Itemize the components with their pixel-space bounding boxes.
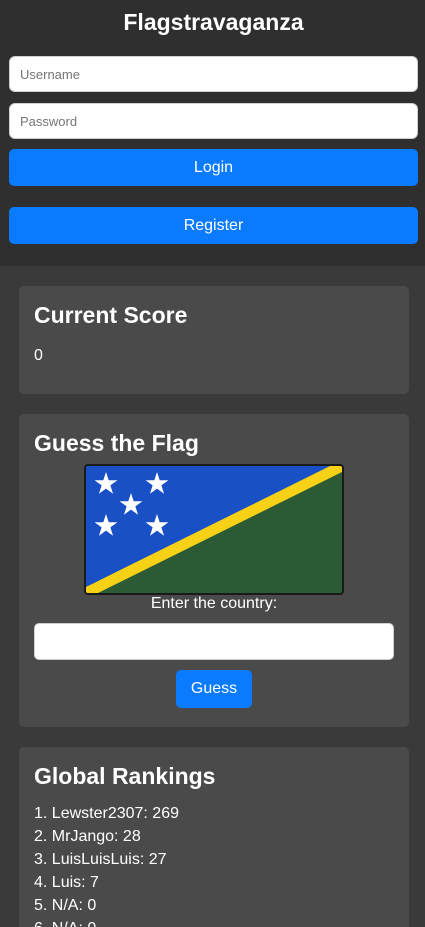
solomon-islands-flag-icon bbox=[84, 464, 344, 595]
rankings-list: 1. Lewster2307: 269 2. MrJango: 28 3. Lu… bbox=[34, 803, 394, 927]
ranking-item: 2. MrJango: 28 bbox=[34, 828, 141, 845]
current-score-card: Current Score 0 bbox=[19, 286, 409, 394]
register-button[interactable]: Register bbox=[9, 207, 418, 244]
ranking-item: 6. N/A: 0 bbox=[34, 918, 394, 927]
guess-flag-heading: Guess the Flag bbox=[34, 430, 199, 456]
country-guess-input[interactable] bbox=[34, 623, 394, 660]
current-score-heading: Current Score bbox=[34, 302, 188, 328]
guess-flag-card: Guess the Flag Enter the country: Guess bbox=[19, 414, 409, 727]
country-prompt-label: Enter the country: bbox=[150, 595, 278, 612]
ranking-item: 5. N/A: 0 bbox=[34, 897, 97, 914]
guess-button[interactable]: Guess bbox=[176, 670, 252, 708]
login-button[interactable]: Login bbox=[9, 149, 418, 186]
app-title: Flagstravaganza bbox=[123, 9, 304, 35]
username-input[interactable] bbox=[9, 56, 418, 92]
ranking-item: 4. Luis: 7 bbox=[34, 874, 99, 891]
global-rankings-card: Global Rankings 1. Lewster2307: 269 2. M… bbox=[19, 747, 409, 927]
current-score-value: 0 bbox=[34, 347, 43, 364]
ranking-item: 1. Lewster2307: 269 bbox=[34, 805, 179, 822]
auth-header: Flagstravaganza Login Register bbox=[0, 0, 425, 266]
ranking-item: 3. LuisLuisLuis: 27 bbox=[34, 851, 167, 868]
global-rankings-heading: Global Rankings bbox=[34, 763, 216, 789]
password-input[interactable] bbox=[9, 103, 418, 139]
